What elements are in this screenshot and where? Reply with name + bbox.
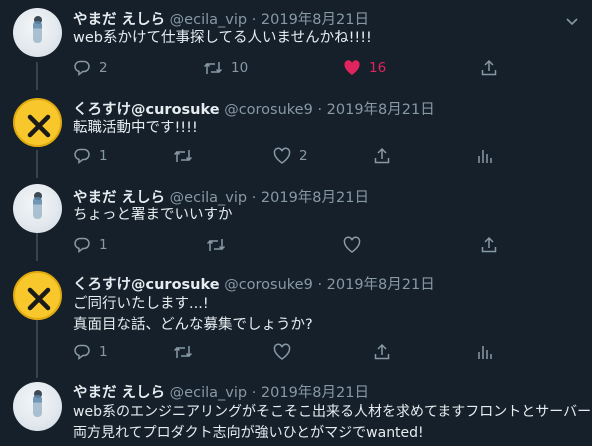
share-button[interactable] (480, 58, 498, 78)
heart-icon (273, 343, 291, 360)
separator-dot: · (317, 277, 323, 293)
like-count: 16 (369, 60, 387, 76)
reply-button[interactable]: 2 (73, 58, 108, 78)
reply-icon (74, 148, 90, 165)
retweet-button[interactable] (206, 235, 234, 255)
tweet-header: くろすけ@curosuke @corosuke9 · 2019年8月21日 (73, 273, 435, 294)
tweet-date[interactable]: 2019年8月21日 (261, 385, 369, 401)
analytics-icon (478, 150, 492, 163)
tweet-date[interactable]: 2019年8月21日 (261, 12, 369, 28)
retweet-button[interactable] (173, 342, 201, 362)
tweet-text-line: web系のエンジニアリングがそこそこ出来る人材を求めてますフロントとサーバー (73, 404, 592, 420)
tweet-text-line: 真面目な話、どんな募集でしょうか? (73, 317, 313, 333)
share-icon (481, 59, 497, 76)
avatar[interactable] (13, 382, 62, 431)
analytics-button[interactable] (477, 342, 493, 362)
tweet-actions: 1 (73, 342, 513, 362)
reply-icon (74, 237, 90, 254)
reply-button[interactable]: 1 (73, 235, 108, 255)
tweet-actions: 1 2 (73, 146, 513, 166)
tweet[interactable]: くろすけ@curosuke @corosuke9 · 2019年8月21日 ご同… (0, 262, 592, 378)
display-name[interactable]: やまだ えしら (73, 12, 165, 28)
retweet-button[interactable] (173, 146, 201, 166)
tweet-text: 転職活動中です!!!! (73, 118, 198, 139)
tweet-actions: 2 10 16 (73, 58, 513, 78)
tweet-date[interactable]: 2019年8月21日 (327, 102, 435, 118)
retweet-icon (203, 62, 223, 74)
tweet-text: ご同行いたします...! 真面目な話、どんな募集でしょうか? (73, 294, 313, 336)
share-icon (374, 147, 390, 164)
user-handle[interactable]: @ecila_vip (170, 12, 247, 28)
tweet-text-line: 転職活動中です!!!! (73, 120, 198, 136)
reply-count: 2 (99, 60, 108, 76)
tweet-text: ちょっと署までいいすか (73, 205, 233, 226)
tweet-header: やまだ えしら @ecila_vip · 2019年8月21日 (73, 186, 369, 207)
tweet-header: くろすけ@curosuke @corosuke9 · 2019年8月21日 (73, 98, 435, 119)
tweet-header: やまだ えしら @ecila_vip · 2019年8月21日 (73, 8, 369, 29)
display-name[interactable]: やまだ えしら (73, 385, 165, 401)
x-eyes-emoji-icon (27, 287, 51, 311)
tweet-text-line: ご同行いたします...! (73, 296, 209, 312)
heart-icon (343, 236, 361, 253)
analytics-icon (478, 346, 492, 359)
share-button[interactable] (373, 342, 391, 362)
tweet[interactable]: やまだ えしら @ecila_vip · 2019年8月21日 web系かけて仕… (0, 0, 592, 90)
user-handle[interactable]: @corosuke9 (224, 277, 313, 293)
like-count: 2 (299, 148, 308, 164)
tweet-text-line: ちょっと署までいいすか (73, 207, 233, 223)
reply-icon (74, 60, 90, 77)
display-name[interactable]: やまだ えしら (73, 190, 165, 206)
retweet-count: 10 (231, 60, 249, 76)
tweet-header: やまだ えしら @ecila_vip · 2019年8月21日 (73, 381, 369, 402)
tweet[interactable]: やまだ えしら @ecila_vip · 2019年8月21日 ちょっと署までい… (0, 178, 592, 262)
tweet-actions: 1 (73, 235, 513, 255)
retweet-icon (206, 239, 226, 251)
tweet-date[interactable]: 2019年8月21日 (261, 190, 369, 206)
avatar[interactable] (13, 184, 62, 233)
user-handle[interactable]: @ecila_vip (170, 190, 247, 206)
display-name[interactable]: くろすけ@curosuke (73, 102, 220, 118)
tweet[interactable]: くろすけ@curosuke @corosuke9 · 2019年8月21日 転職… (0, 90, 592, 178)
reply-count: 1 (99, 237, 108, 253)
user-handle[interactable]: @ecila_vip (170, 385, 247, 401)
tweet-text-line: web系かけて仕事探してる人いませんかね!!!! (73, 30, 372, 46)
chevron-down-icon[interactable] (566, 11, 578, 30)
share-icon (481, 236, 497, 253)
tweet-text: web系かけて仕事探してる人いませんかね!!!! (73, 28, 372, 49)
tweet-text: web系のエンジニアリングがそこそこ出来る人材を求めてますフロントとサーバー 両… (73, 402, 591, 444)
tweet-text-line: 両方見れてプロダクト志向が強いひとがマジでwanted! (73, 425, 424, 441)
avatar[interactable] (13, 98, 62, 147)
separator-dot: · (251, 385, 257, 401)
tweet-date[interactable]: 2019年8月21日 (327, 277, 435, 293)
share-icon (374, 343, 390, 360)
reply-button[interactable]: 1 (73, 342, 108, 362)
display-name[interactable]: くろすけ@curosuke (73, 277, 220, 293)
share-button[interactable] (480, 235, 498, 255)
avatar[interactable] (13, 271, 62, 320)
analytics-button[interactable] (477, 146, 493, 166)
reply-icon (74, 344, 90, 361)
retweet-icon (173, 346, 193, 358)
reply-count: 1 (99, 148, 108, 164)
retweet-button[interactable]: 10 (203, 58, 248, 78)
separator-dot: · (251, 12, 257, 28)
retweet-icon (173, 150, 193, 162)
reply-button[interactable]: 1 (73, 146, 108, 166)
separator-dot: · (317, 102, 323, 118)
separator-dot: · (251, 190, 257, 206)
heart-icon (273, 147, 291, 164)
like-button[interactable]: 16 (343, 58, 386, 78)
like-button[interactable] (343, 235, 369, 255)
share-button[interactable] (373, 146, 391, 166)
like-button[interactable]: 2 (273, 146, 308, 166)
heart-filled-icon (344, 60, 360, 75)
reply-count: 1 (99, 344, 108, 360)
user-handle[interactable]: @corosuke9 (224, 102, 313, 118)
like-button[interactable] (273, 342, 299, 362)
tweet[interactable]: やまだ えしら @ecila_vip · 2019年8月21日 web系のエンジ… (0, 378, 592, 446)
avatar[interactable] (13, 8, 62, 57)
x-eyes-emoji-icon (27, 114, 51, 138)
